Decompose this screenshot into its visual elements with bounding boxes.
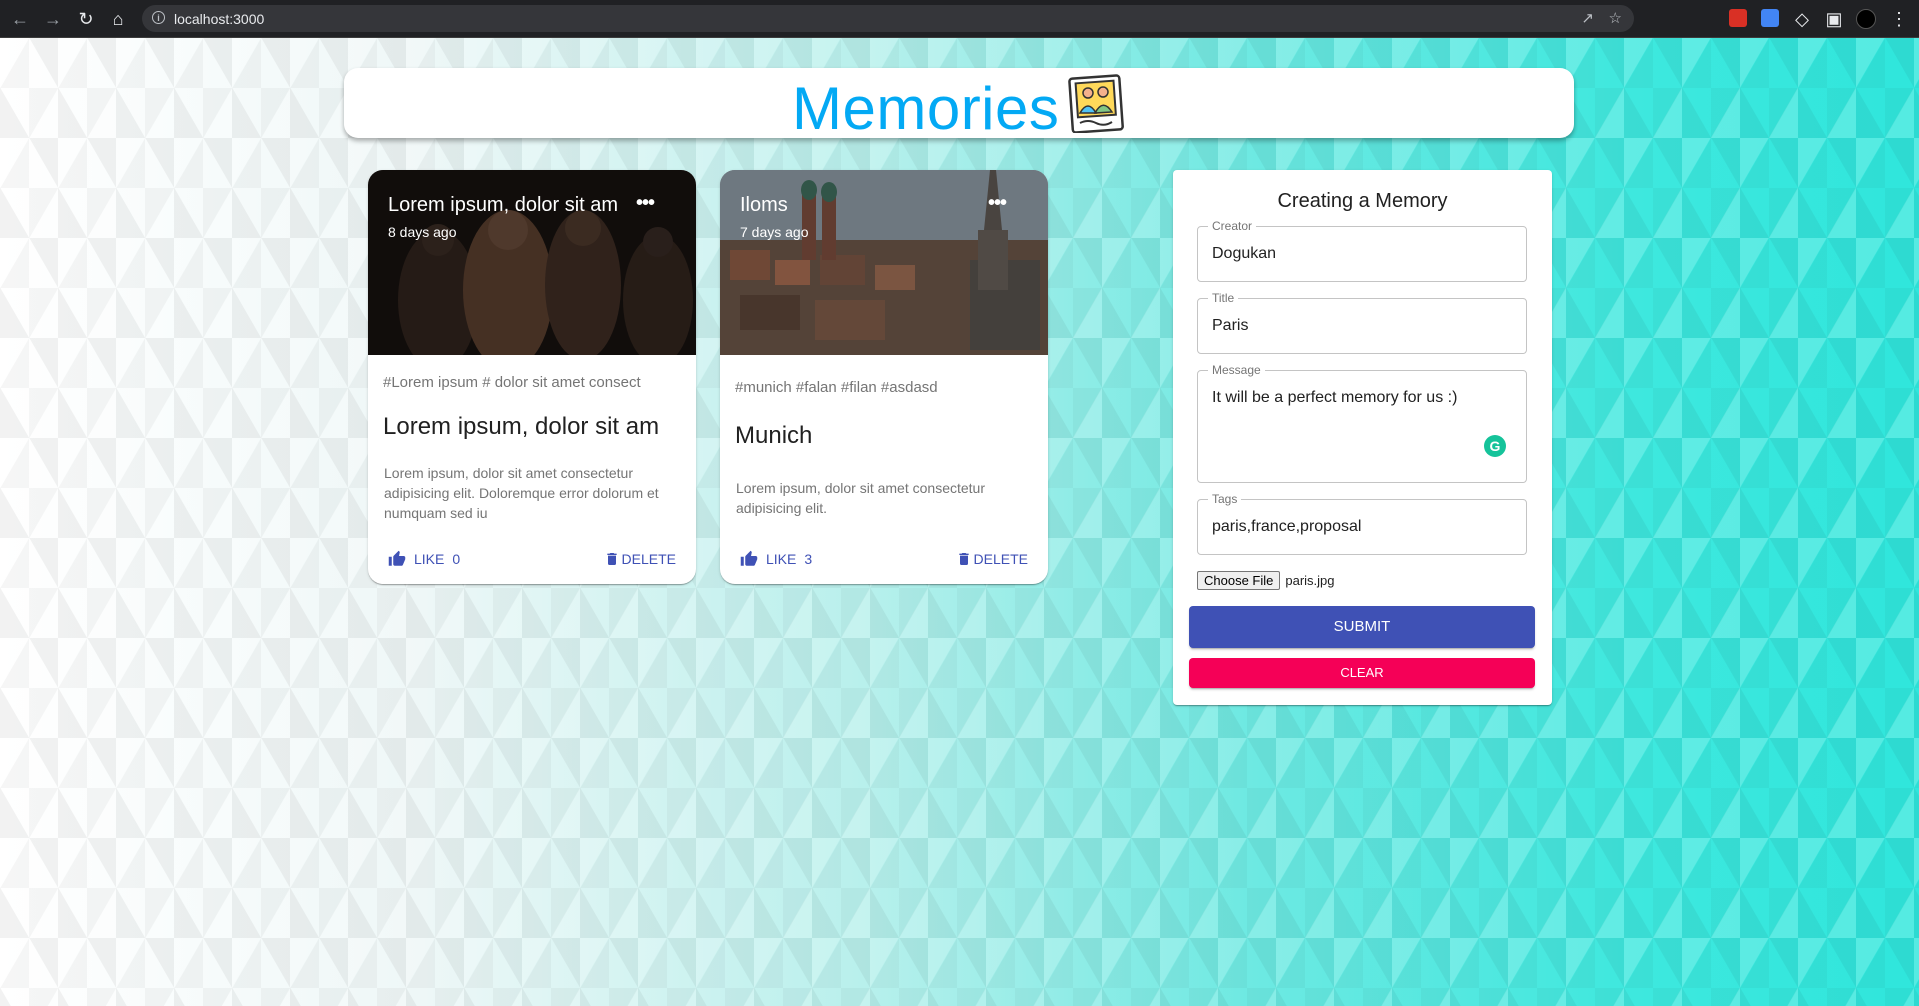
delete-label: DELETE <box>621 551 676 567</box>
clear-button[interactable]: CLEAR <box>1189 658 1535 688</box>
puzzle-icon[interactable]: ◇ <box>1790 7 1814 31</box>
creator-label: Creator <box>1208 219 1257 233</box>
file-picker: Choose File paris.jpg <box>1197 571 1335 590</box>
title-field[interactable]: Title Paris <box>1197 291 1527 354</box>
tags-label: Tags <box>1208 492 1242 506</box>
translate-icon[interactable] <box>1761 9 1779 27</box>
more-options-icon[interactable]: ••• <box>636 192 655 215</box>
reload-icon[interactable]: ↻ <box>74 7 98 31</box>
url-text[interactable]: localhost:3000 <box>174 11 264 27</box>
card-time: 7 days ago <box>740 224 809 240</box>
address-bar[interactable]: i localhost:3000 ↗ ☆ <box>142 5 1634 32</box>
card-message: Lorem ipsum, dolor sit amet consectetur … <box>384 465 659 521</box>
card-title: Lorem ipsum, dolor sit am <box>383 413 660 440</box>
forward-icon[interactable]: → <box>41 7 65 31</box>
memory-card: Lorem ipsum, dolor sit am 8 days ago •••… <box>368 170 696 584</box>
like-button[interactable]: LIKE 0 <box>388 550 460 568</box>
menu-dots-icon[interactable]: ⋮ <box>1887 7 1911 31</box>
bookmark-star-icon[interactable]: ☆ <box>1609 9 1622 27</box>
message-field[interactable]: Message It will be a perfect memory for … <box>1197 363 1527 483</box>
card-time: 8 days ago <box>388 224 457 240</box>
file-name: paris.jpg <box>1285 573 1335 588</box>
more-options-icon[interactable]: ••• <box>988 192 1007 215</box>
choose-file-button[interactable]: Choose File <box>1197 571 1281 590</box>
card-overlay-title: Lorem ipsum, dolor sit am <box>388 194 619 216</box>
side-panel-icon[interactable]: ▣ <box>1822 7 1846 31</box>
back-icon[interactable]: ← <box>8 7 32 31</box>
browser-toolbar: ← → ↻ ⌂ i localhost:3000 ↗ ☆ ◇ ▣ ⋮ <box>0 0 1919 38</box>
memories-logo-icon <box>1068 74 1124 133</box>
extension-icon[interactable] <box>1729 9 1747 27</box>
card-title: Munich <box>735 422 813 449</box>
card-tags: #Lorem ipsum # dolor sit amet consect <box>383 374 641 391</box>
title-input[interactable]: Paris <box>1212 317 1248 335</box>
like-label: LIKE <box>766 551 797 567</box>
submit-button[interactable]: SUBMIT <box>1189 606 1535 648</box>
app-bar: Memories <box>344 68 1574 142</box>
thumb-up-icon <box>388 550 406 566</box>
memory-card: Iloms 7 days ago ••• #munich #falan #fil… <box>720 170 1048 584</box>
profile-avatar[interactable] <box>1856 9 1876 29</box>
share-icon[interactable]: ↗ <box>1581 9 1594 27</box>
trash-icon <box>958 553 969 565</box>
message-input[interactable]: It will be a perfect memory for us :) <box>1212 389 1457 407</box>
card-message: Lorem ipsum, dolor sit amet consectetur … <box>736 480 985 516</box>
creator-input[interactable]: Dogukan <box>1212 245 1276 263</box>
message-label: Message <box>1208 363 1265 377</box>
like-count: 0 <box>452 551 461 567</box>
delete-button[interactable]: DELETE <box>604 550 676 568</box>
delete-button[interactable]: DELETE <box>956 550 1028 568</box>
like-label: LIKE <box>414 551 445 567</box>
creator-field[interactable]: Creator Dogukan <box>1197 219 1527 282</box>
thumb-up-icon <box>740 550 758 566</box>
tags-field[interactable]: Tags paris,france,proposal <box>1197 492 1527 555</box>
card-tags: #munich #falan #filan #asdasd <box>735 379 938 396</box>
delete-label: DELETE <box>973 551 1028 567</box>
like-count: 3 <box>804 551 813 567</box>
tags-input[interactable]: paris,france,proposal <box>1212 518 1361 536</box>
site-info-icon[interactable]: i <box>152 11 165 24</box>
like-button[interactable]: LIKE 3 <box>740 550 812 568</box>
card-overlay-title: Iloms <box>740 194 788 216</box>
create-memory-form: Creating a Memory Creator Dogukan Title … <box>1173 170 1552 705</box>
form-title: Creating a Memory <box>1277 190 1448 212</box>
trash-icon <box>606 553 617 565</box>
title-label: Title <box>1208 291 1239 305</box>
grammarly-icon[interactable]: G <box>1484 435 1506 457</box>
home-icon[interactable]: ⌂ <box>106 7 130 31</box>
app-heading: Memories <box>792 75 1060 142</box>
